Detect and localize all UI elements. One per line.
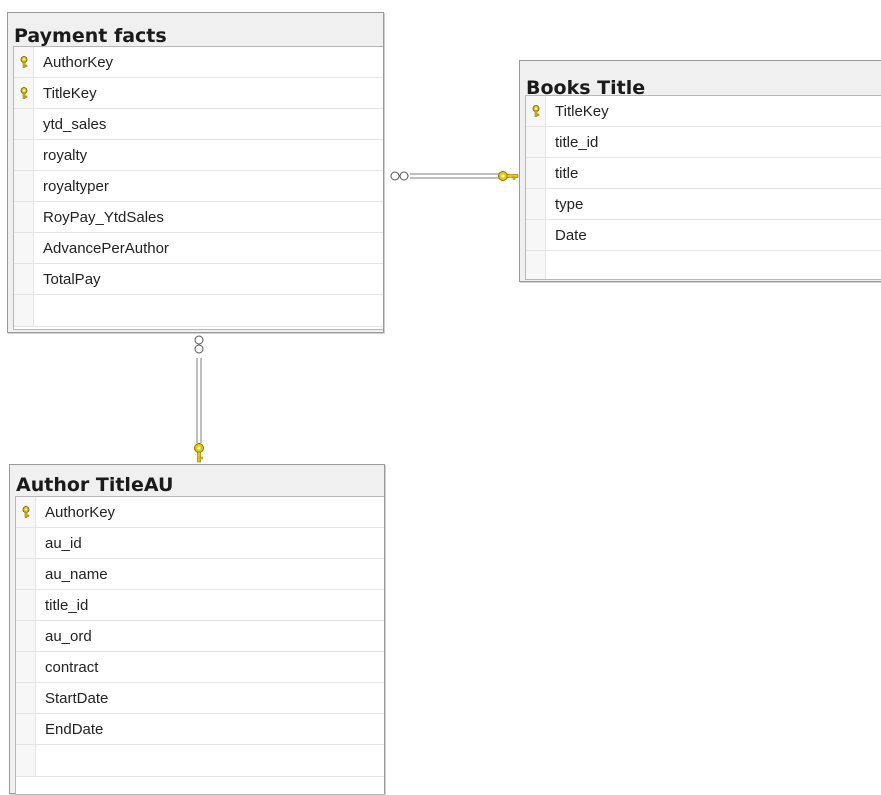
relationship-payment-books[interactable]: [390, 171, 519, 181]
column-row[interactable]: AuthorKey: [16, 497, 384, 528]
row-selector[interactable]: [16, 714, 36, 744]
column-name: TotalPay: [43, 271, 101, 288]
row-selector[interactable]: [526, 127, 546, 157]
relationship-payment-author[interactable]: [194, 335, 204, 463]
column-name: StartDate: [45, 690, 109, 707]
column-name: EndDate: [45, 721, 104, 738]
column-row[interactable]: type: [526, 189, 881, 220]
column-row[interactable]: au_ord: [16, 621, 384, 652]
column-row[interactable]: AuthorKey: [14, 47, 383, 78]
column-row[interactable]: RoyPay_YtdSales: [14, 202, 383, 233]
table-author-titleau[interactable]: Author TitleAU AuthorKey au_id au_nametitl…: [9, 464, 385, 795]
row-selector[interactable]: [14, 295, 34, 326]
table-books-title[interactable]: Books Title TitleKey title_id title type Dat…: [519, 60, 881, 282]
row-selector[interactable]: [14, 171, 34, 201]
infinity-end-icon: [194, 335, 204, 354]
empty-row[interactable]: [14, 295, 383, 327]
column-name: RoyPay_YtdSales: [43, 209, 164, 226]
infinity-end-icon: [390, 171, 409, 181]
column-row[interactable]: royaltyper: [14, 171, 383, 202]
column-name: royalty: [43, 147, 88, 164]
row-selector[interactable]: [526, 220, 546, 250]
empty-row[interactable]: [16, 745, 384, 777]
column-name: title: [555, 165, 579, 182]
row-selector[interactable]: [14, 264, 34, 294]
column-row[interactable]: ytd_sales: [14, 109, 383, 140]
row-selector[interactable]: [16, 621, 36, 651]
row-selector[interactable]: [526, 96, 546, 126]
column-name: title_id: [555, 134, 599, 151]
empty-row[interactable]: [526, 251, 881, 279]
column-row[interactable]: Date: [526, 220, 881, 251]
row-selector[interactable]: [16, 559, 36, 589]
column-row[interactable]: title: [526, 158, 881, 189]
column-name: Date: [555, 227, 587, 244]
column-row[interactable]: AdvancePerAuthor: [14, 233, 383, 264]
row-selector[interactable]: [16, 590, 36, 620]
column-row[interactable]: title_id: [16, 590, 384, 621]
key-end-icon: [498, 171, 519, 181]
column-row[interactable]: royalty: [14, 140, 383, 171]
column-grid: TitleKey title_idtitle type Date: [525, 95, 881, 280]
row-selector[interactable]: [526, 158, 546, 188]
row-selector[interactable]: [16, 683, 36, 713]
column-name: AuthorKey: [43, 54, 114, 71]
column-row[interactable]: TitleKey: [14, 78, 383, 109]
column-row[interactable]: title_id: [526, 127, 881, 158]
column-grid: AuthorKey TitleKey ytd_salesroyalty royalty…: [13, 46, 383, 330]
column-name: au_ord: [45, 628, 92, 645]
column-name: title_id: [45, 597, 89, 614]
row-selector[interactable]: [16, 745, 36, 776]
row-selector[interactable]: [14, 78, 34, 108]
row-selector[interactable]: [16, 528, 36, 558]
key-end-icon: [194, 443, 204, 463]
column-name: TitleKey: [43, 85, 97, 102]
column-grid: AuthorKey au_id au_name title_id au_ordcontr…: [15, 496, 384, 795]
column-name: contract: [45, 659, 99, 676]
column-name: au_id: [45, 535, 82, 552]
column-row[interactable]: contract: [16, 652, 384, 683]
row-selector[interactable]: [526, 251, 546, 279]
row-selector[interactable]: [14, 233, 34, 263]
row-selector[interactable]: [14, 47, 34, 77]
column-name: royaltyper: [43, 178, 109, 195]
table-payment-facts[interactable]: Payment facts AuthorKey TitleKey ytd_sales…: [7, 12, 384, 333]
row-selector[interactable]: [14, 140, 34, 170]
row-selector[interactable]: [16, 652, 36, 682]
table-title: Payment facts: [14, 25, 167, 47]
column-row[interactable]: EndDate: [16, 714, 384, 745]
column-row[interactable]: au_id: [16, 528, 384, 559]
row-selector[interactable]: [526, 189, 546, 219]
table-title: Author TitleAU: [16, 474, 174, 496]
column-row[interactable]: TotalPay: [14, 264, 383, 295]
column-name: AuthorKey: [45, 504, 116, 521]
row-selector[interactable]: [14, 202, 34, 232]
column-row[interactable]: TitleKey: [526, 96, 881, 127]
column-name: TitleKey: [555, 103, 609, 120]
column-name: au_name: [45, 566, 108, 583]
row-selector[interactable]: [14, 109, 34, 139]
column-name: type: [555, 196, 584, 213]
row-selector[interactable]: [16, 497, 36, 527]
column-name: AdvancePerAuthor: [43, 240, 169, 257]
column-row[interactable]: StartDate: [16, 683, 384, 714]
column-row[interactable]: au_name: [16, 559, 384, 590]
column-name: ytd_sales: [43, 116, 107, 133]
